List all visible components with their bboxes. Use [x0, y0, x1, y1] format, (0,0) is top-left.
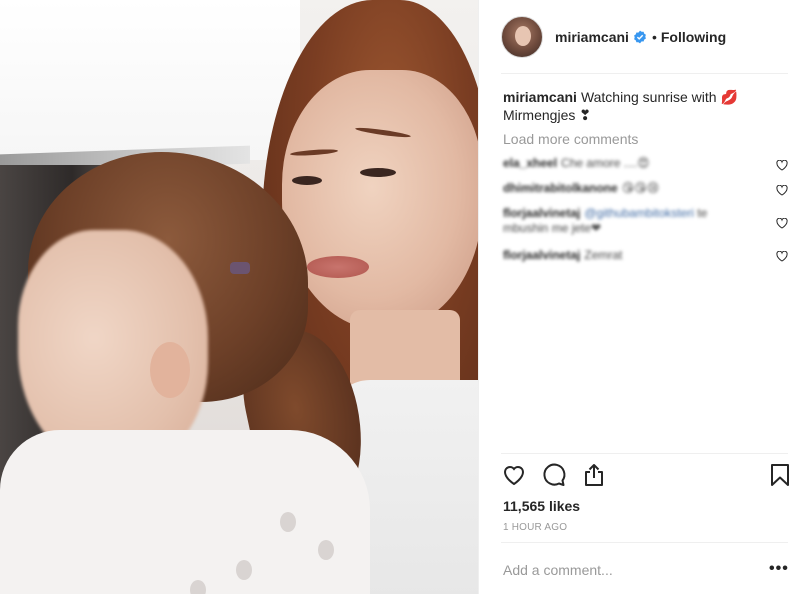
header-username[interactable]: miriamcani [555, 29, 629, 45]
shirt-dot [280, 512, 296, 532]
comment-text: Che amore ....😍 [561, 156, 650, 170]
hair-clip [230, 262, 250, 274]
small-heart-icon[interactable] [776, 249, 788, 262]
heart-icon[interactable] [501, 462, 527, 488]
comment-username[interactable]: dhimitrabitolkanone [503, 181, 618, 195]
shirt-dot [318, 540, 334, 560]
avatar[interactable] [501, 15, 543, 58]
comment-mention[interactable]: @githubambitoksteri [584, 206, 694, 220]
woman-lips [307, 256, 369, 278]
woman-eye-left [292, 176, 322, 185]
post-header: miriamcani • Following [479, 0, 808, 73]
comment-item: florjaalvinetaj @githubambitoksteri te mb… [503, 206, 743, 236]
small-heart-icon[interactable] [776, 216, 788, 229]
comment-username[interactable]: florjaalvinetaj [503, 248, 580, 262]
follow-button[interactable]: Following [661, 29, 726, 45]
bookmark-icon[interactable] [767, 462, 793, 488]
header-separator: • [651, 28, 657, 45]
comment-username[interactable]: florjaalvinetaj [503, 206, 580, 220]
window-light [0, 0, 300, 160]
comment-bubble-icon[interactable] [541, 462, 567, 488]
comment-item: ela_xheel Che amore ....😍 [503, 156, 650, 171]
verified-badge-icon [633, 30, 647, 44]
child-ear [150, 342, 190, 398]
child-shirt [0, 430, 370, 594]
post-photo[interactable] [0, 0, 478, 594]
like-count[interactable]: 11,565 likes [503, 498, 580, 514]
post-timestamp[interactable]: 1 HOUR AGO [503, 522, 567, 533]
small-heart-icon[interactable] [776, 158, 788, 171]
comment-item: dhimitrabitolkanone 😘😘😢 [503, 181, 659, 196]
add-comment-input[interactable] [503, 560, 743, 580]
load-more-comments-button[interactable]: Load more comments [503, 131, 638, 147]
share-icon[interactable] [581, 462, 607, 488]
comment-text: 😘😘😢 [621, 181, 660, 195]
comment-item: florjaalvinetaj Zemrat [503, 248, 622, 263]
divider [501, 73, 788, 74]
action-bar [501, 462, 793, 490]
more-options-icon[interactable]: ••• [769, 560, 789, 578]
shirt-dot [190, 580, 206, 594]
divider [501, 453, 788, 454]
caption-username[interactable]: miriamcani [503, 89, 577, 105]
small-heart-icon[interactable] [776, 183, 788, 196]
shirt-dot [236, 560, 252, 580]
caption: miriamcani Watching sunrise with 💋 Mirmen… [503, 88, 773, 124]
comment-text: Zemrat [584, 248, 623, 262]
comment-username[interactable]: ela_xheel [503, 156, 557, 170]
woman-face [282, 70, 478, 330]
post-sidebar: miriamcani • Following miriamcani Watchin… [478, 0, 808, 594]
divider [501, 542, 788, 543]
woman-eye-right [360, 168, 396, 177]
